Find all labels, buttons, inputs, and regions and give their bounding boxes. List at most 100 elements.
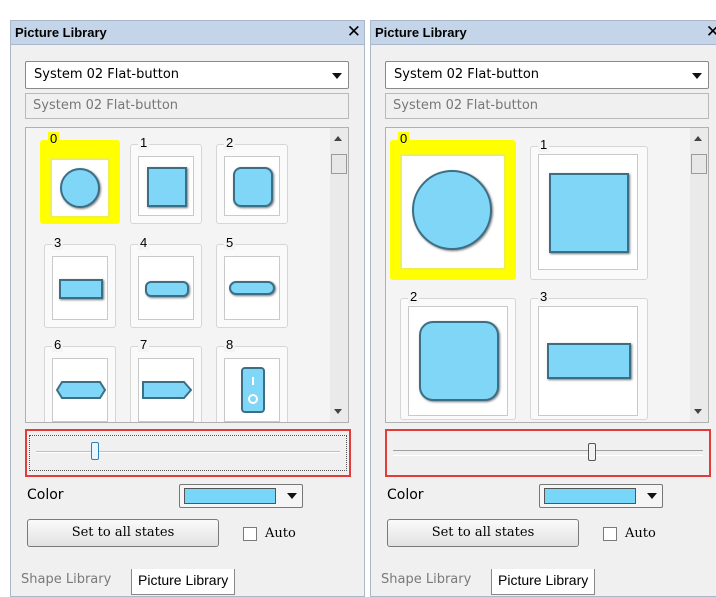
picture-tile[interactable]: 0 — [390, 132, 516, 280]
gallery-scrollbar[interactable] — [690, 128, 708, 422]
picture-tile[interactable]: 7 — [130, 337, 202, 422]
tile-number: 8 — [224, 337, 236, 352]
picture-library-panel-large-zoom: Picture Library ✕ System 02 Flat-button … — [370, 20, 716, 597]
square-shape — [147, 167, 187, 207]
rounded-square-shape — [419, 321, 499, 401]
chevron-down-icon[interactable] — [647, 493, 657, 499]
switch-icon — [241, 367, 265, 413]
panel-title: Picture Library — [15, 25, 107, 40]
zoom-slider-thumb[interactable] — [588, 443, 596, 461]
tile-number: 0 — [398, 131, 410, 146]
style-select-value: System 02 Flat-button — [394, 67, 540, 82]
color-picker[interactable] — [179, 484, 303, 508]
zoom-slider[interactable] — [29, 435, 347, 471]
tile-number: 7 — [138, 337, 150, 352]
zoom-slider-thumb[interactable] — [91, 442, 99, 460]
tile-number: 3 — [52, 235, 64, 250]
tile-preview — [538, 154, 638, 270]
auto-checkbox[interactable] — [603, 527, 617, 541]
auto-checkbox[interactable] — [243, 527, 257, 541]
color-swatch — [544, 488, 636, 504]
tab-shape-library[interactable]: Shape Library — [375, 569, 477, 595]
zoom-slider-highlight — [385, 429, 711, 477]
picture-tile[interactable]: 5 — [216, 236, 288, 328]
style-select[interactable]: System 02 Flat-button — [25, 61, 349, 89]
picture-tile[interactable]: 6 — [44, 337, 116, 422]
picture-tile[interactable]: 1 — [130, 136, 202, 224]
picture-tile[interactable]: 3 — [530, 290, 648, 420]
close-icon[interactable]: ✕ — [347, 22, 361, 42]
tab-picture-library[interactable]: Picture Library — [491, 569, 596, 595]
tile-preview — [138, 156, 194, 216]
library-tab-strip: Shape Library Picture Library — [371, 569, 716, 597]
picture-tile[interactable]: 2 — [216, 136, 288, 224]
tile-preview — [138, 358, 194, 422]
tile-number: 1 — [538, 137, 550, 152]
close-icon[interactable]: ✕ — [706, 22, 716, 42]
tile-preview — [224, 256, 280, 320]
tile-preview — [538, 306, 638, 416]
chevron-down-icon[interactable] — [692, 73, 702, 79]
picture-gallery: 0 1 2 3 — [385, 127, 709, 423]
style-select-value: System 02 Flat-button — [34, 67, 180, 82]
tile-preview — [50, 158, 110, 218]
tile-preview — [224, 156, 280, 216]
chevron-down-icon[interactable] — [287, 493, 297, 499]
chevron-down-icon[interactable] — [332, 73, 342, 79]
arrow-shape — [142, 381, 192, 399]
auto-label: Auto — [625, 526, 656, 541]
scroll-down-icon[interactable] — [334, 409, 342, 414]
style-name-value: System 02 Flat-button — [393, 98, 539, 113]
panel-title-bar[interactable]: Picture Library ✕ — [11, 21, 364, 45]
color-picker[interactable] — [539, 484, 663, 508]
picture-tile[interactable]: 4 — [130, 236, 202, 328]
tile-preview — [408, 306, 508, 416]
picture-tile[interactable]: 0 — [40, 132, 120, 224]
tile-preview — [400, 154, 506, 270]
set-to-all-states-button[interactable]: Set to all states — [27, 519, 219, 547]
style-name-field[interactable]: System 02 Flat-button — [385, 93, 709, 119]
picture-tile[interactable]: 3 — [44, 236, 116, 328]
panel-title-bar[interactable]: Picture Library ✕ — [371, 21, 716, 45]
tile-number: 1 — [138, 135, 150, 150]
set-to-all-states-button[interactable]: Set to all states — [387, 519, 579, 547]
scrollbar-thumb[interactable] — [691, 154, 707, 174]
scroll-up-icon[interactable] — [694, 136, 702, 141]
gallery-scrollbar[interactable] — [330, 128, 348, 422]
picture-tile[interactable]: 2 — [400, 290, 516, 420]
auto-label: Auto — [265, 526, 296, 541]
rounded-rectangle-shape — [145, 281, 189, 297]
scroll-up-icon[interactable] — [334, 136, 342, 141]
zoom-slider[interactable] — [393, 443, 703, 461]
tab-shape-library[interactable]: Shape Library — [15, 569, 117, 595]
hexagon-shape — [56, 381, 106, 399]
square-shape — [549, 173, 629, 253]
color-swatch — [184, 488, 276, 504]
tile-number: 3 — [538, 289, 550, 304]
rectangle-shape — [59, 279, 103, 299]
scrollbar-thumb[interactable] — [331, 154, 347, 174]
tile-preview — [224, 358, 280, 422]
color-label: Color — [387, 487, 424, 503]
tab-picture-library[interactable]: Picture Library — [131, 569, 236, 595]
tile-number: 2 — [224, 135, 236, 150]
picture-tile[interactable]: 8 — [216, 337, 288, 422]
rounded-square-shape — [233, 167, 273, 207]
circle-shape — [412, 170, 492, 250]
picture-gallery: 0 1 2 3 4 5 6 7 8 — [25, 127, 349, 423]
tile-number: 5 — [224, 235, 236, 250]
style-name-field[interactable]: System 02 Flat-button — [25, 93, 349, 119]
tile-preview — [52, 256, 108, 320]
tile-number: 4 — [138, 235, 150, 250]
picture-library-panel-small-zoom: Picture Library ✕ System 02 Flat-button … — [10, 20, 365, 597]
style-select[interactable]: System 02 Flat-button — [385, 61, 709, 89]
picture-tile[interactable]: 1 — [530, 138, 648, 280]
library-tab-strip: Shape Library Picture Library — [11, 569, 364, 597]
tile-preview — [138, 256, 194, 320]
zoom-slider-highlight — [25, 429, 351, 477]
tile-number: 2 — [408, 289, 420, 304]
scroll-down-icon[interactable] — [694, 409, 702, 414]
color-label: Color — [27, 487, 64, 503]
rectangle-shape — [547, 343, 631, 379]
tile-number: 6 — [52, 337, 64, 352]
